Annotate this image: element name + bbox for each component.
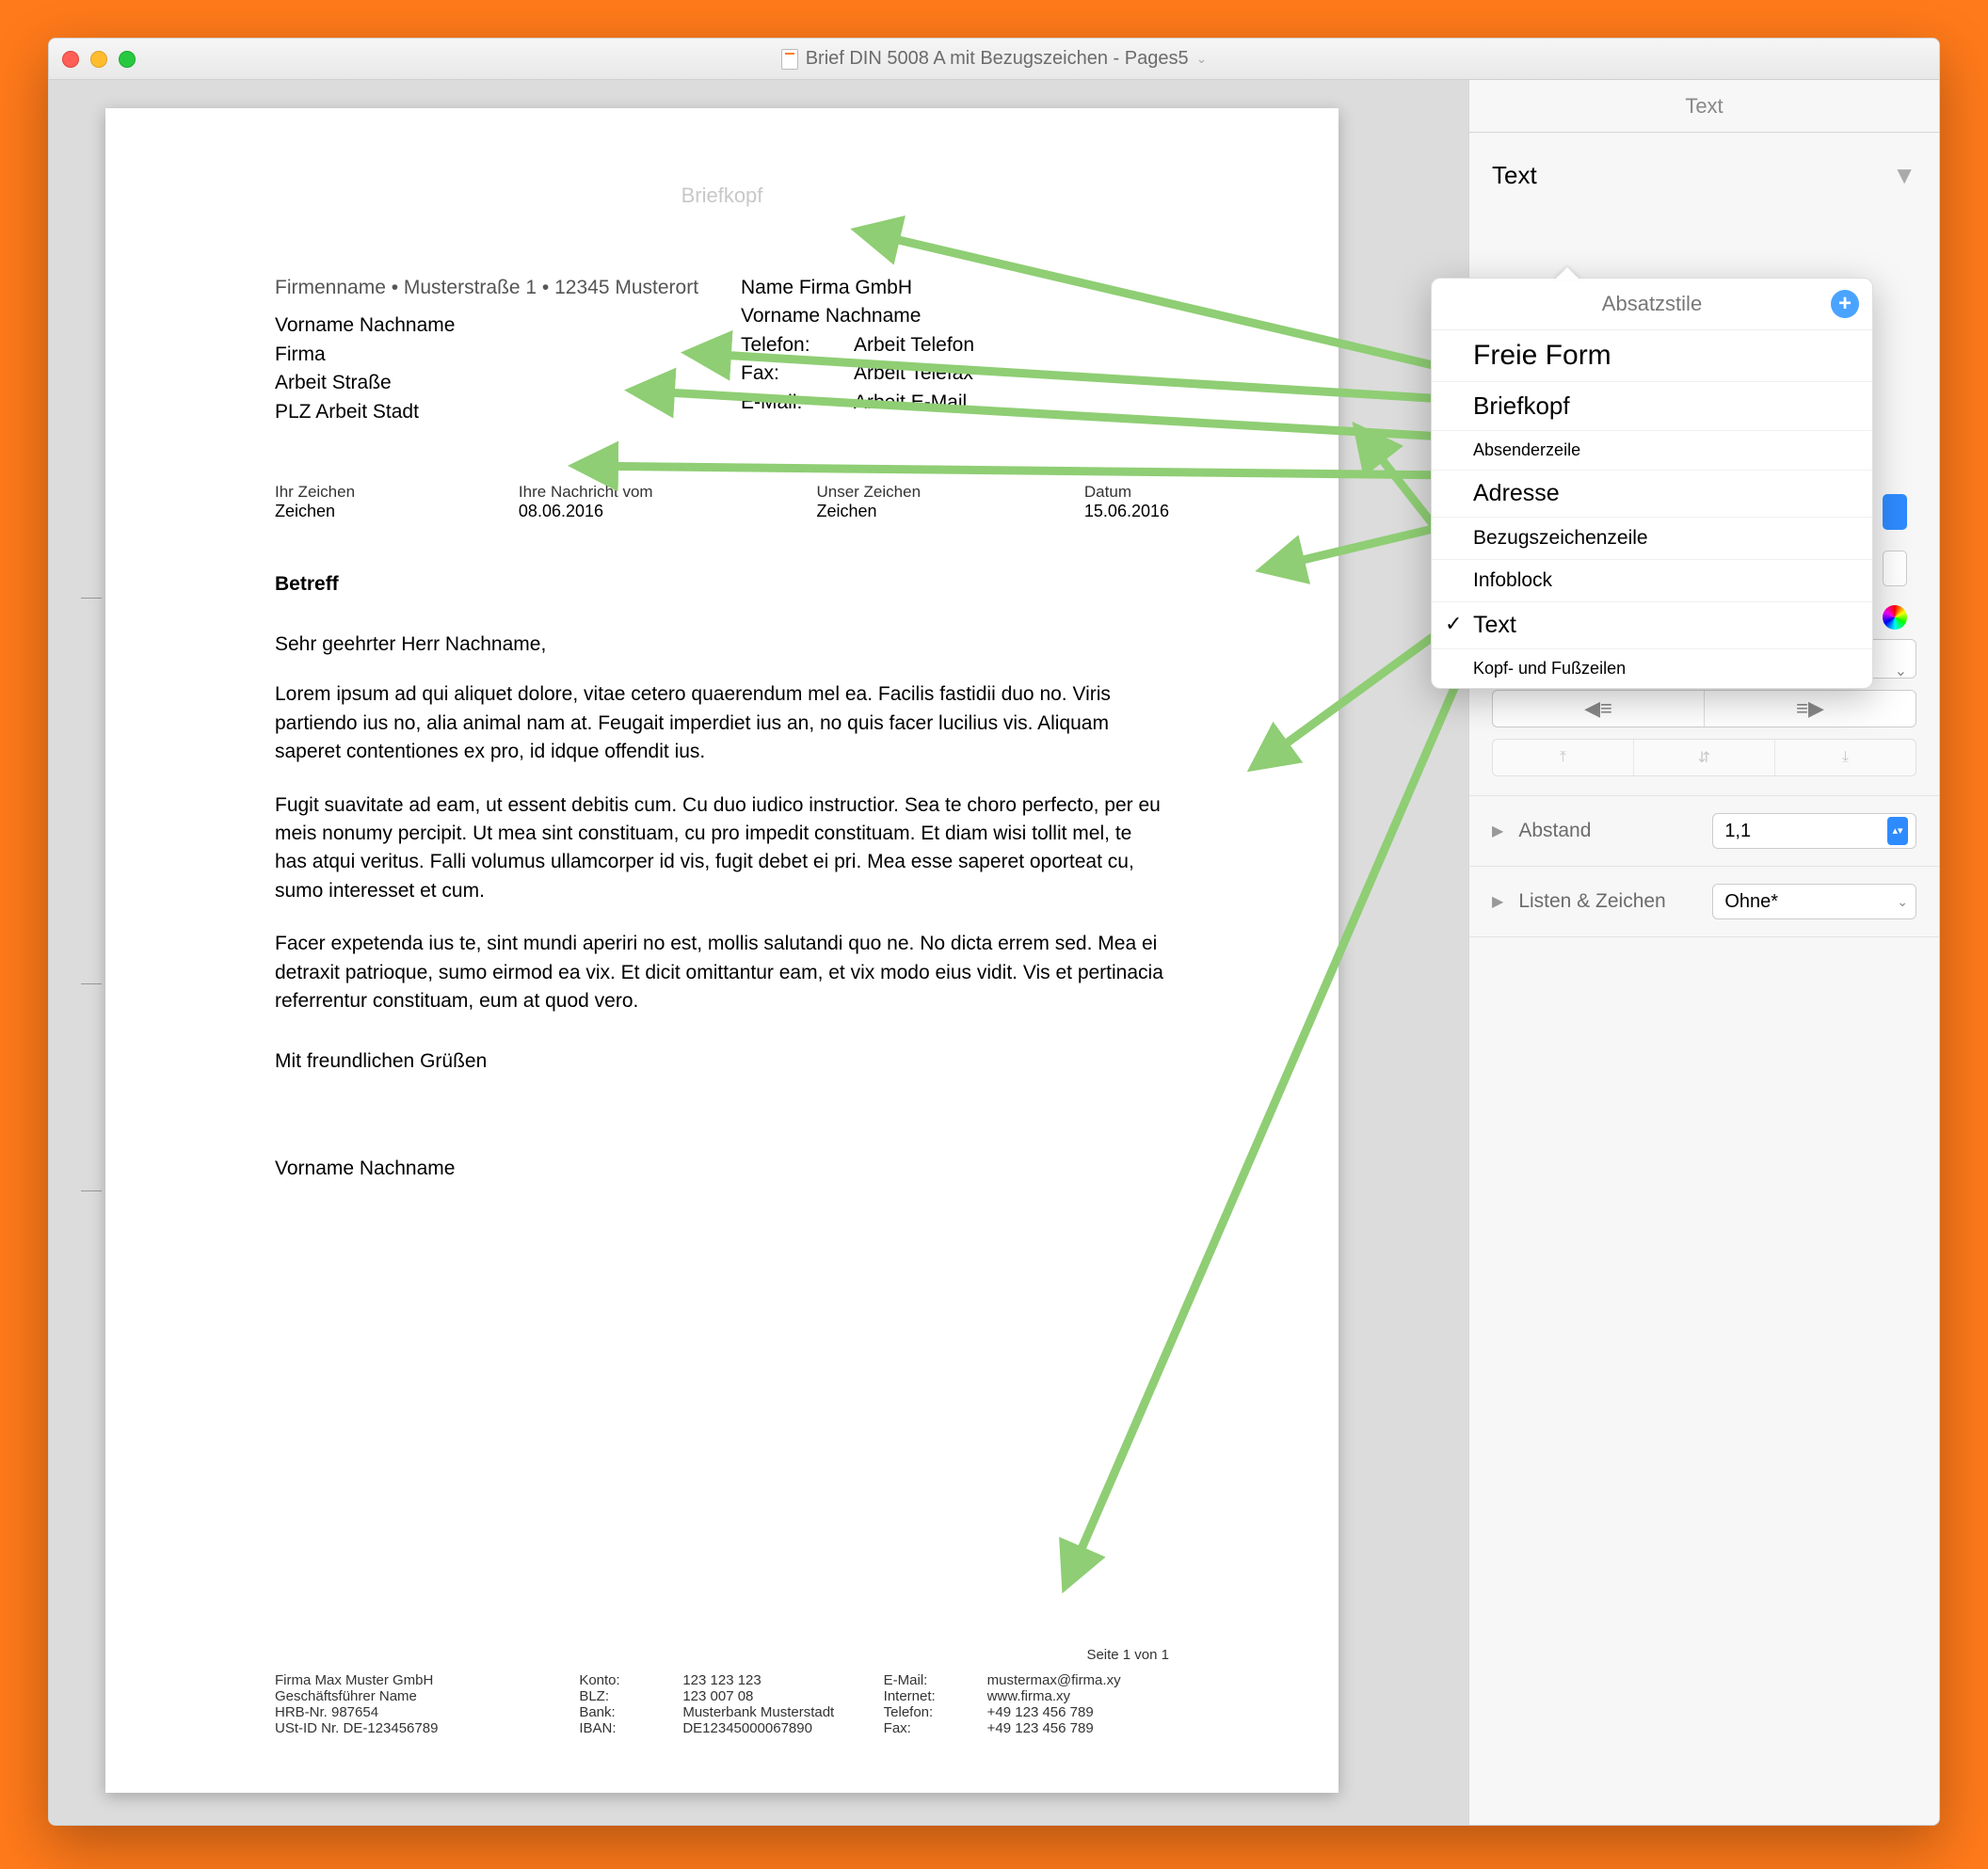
info-block[interactable]: Name Firma GmbH Vorname Nachname Telefon… (741, 274, 1169, 426)
style-briefkopf[interactable]: Briefkopf (1432, 382, 1872, 431)
style-freie-form[interactable]: Freie Form (1432, 330, 1872, 382)
reference-row[interactable]: Ihr ZeichenZeichen Ihre Nachricht vom08.… (275, 483, 1169, 521)
sidebar-tab-text[interactable]: Text (1469, 80, 1939, 133)
footer-col-bank: Konto:123 123 123 BLZ:123 007 08 Bank:Mu… (579, 1672, 864, 1736)
lists-select[interactable]: Ohne* ⌄ (1712, 884, 1916, 919)
disclosure-triangle-icon[interactable]: ▶ (1492, 892, 1503, 911)
style-bezugszeichen[interactable]: Bezugszeichenzeile (1432, 518, 1872, 560)
title-text: Brief DIN 5008 A mit Bezugszeichen - Pag… (806, 48, 1189, 70)
style-infoblock[interactable]: Infoblock (1432, 560, 1872, 602)
addr-firma[interactable]: Firma (275, 341, 703, 369)
color-picker-peek[interactable] (1883, 605, 1907, 630)
vertical-align-segmented: ⤒ ⇵ ⤓ (1492, 739, 1916, 776)
spacing-select[interactable]: 1,1 ▴▾ (1712, 813, 1916, 849)
sender-line[interactable]: Firmenname • Musterstraße 1 • 12345 Must… (275, 274, 703, 302)
lists-row[interactable]: ▶ Listen & Zeichen Ohne* ⌄ (1469, 867, 1939, 937)
current-style-label: Text (1492, 161, 1537, 190)
address-block[interactable]: Firmenname • Musterstraße 1 • 12345 Must… (275, 274, 703, 426)
addr-street[interactable]: Arbeit Straße (275, 369, 703, 397)
add-style-button[interactable]: + (1831, 290, 1859, 318)
document-canvas[interactable]: Briefkopf Firmenname • Musterstraße 1 • … (49, 80, 1468, 1825)
size-stepper-peek[interactable] (1883, 551, 1907, 586)
footer-col-company: Firma Max Muster GmbH Geschäftsführer Na… (275, 1672, 560, 1736)
valign-top-button[interactable]: ⤒ (1493, 740, 1634, 775)
footer-col-contact: E-Mail:mustermax@firma.xy Internet:www.f… (884, 1672, 1169, 1736)
page-number: Seite 1 von 1 (275, 1647, 1169, 1663)
style-kopf-fuss[interactable]: Kopf- und Fußzeilen (1432, 649, 1872, 688)
paragraph-style-picker[interactable]: Text ▼ (1492, 152, 1916, 213)
page-footer[interactable]: Seite 1 von 1 Firma Max Muster GmbH Gesc… (275, 1647, 1169, 1736)
style-absenderzeile[interactable]: Absenderzeile (1432, 431, 1872, 471)
paragraph-styles-popover: Absatzstile + Freie Form Briefkopf Absen… (1431, 278, 1873, 689)
font-select-peek[interactable] (1883, 494, 1907, 530)
signature-name[interactable]: Vorname Nachname (275, 1158, 1169, 1180)
briefkopf-placeholder[interactable]: Briefkopf (275, 184, 1169, 208)
indent-button[interactable]: ≡▶︎ (1705, 691, 1916, 727)
valign-middle-button[interactable]: ⇵ (1634, 740, 1775, 775)
style-text[interactable]: Text (1432, 602, 1872, 649)
disclosure-triangle-icon[interactable]: ▶ (1492, 822, 1503, 840)
greeting[interactable]: Sehr geehrter Herr Nachname, (275, 633, 1169, 656)
titlebar: Brief DIN 5008 A mit Bezugszeichen - Pag… (49, 39, 1939, 80)
outdent-button[interactable]: ◀︎≡ (1493, 691, 1705, 727)
addr-name[interactable]: Vorname Nachname (275, 312, 703, 340)
chevron-down-icon: ⌄ (1196, 51, 1208, 67)
style-adresse[interactable]: Adresse (1432, 471, 1872, 518)
gear-chevron-peek[interactable]: ⌄ (1895, 662, 1907, 680)
document-icon (781, 49, 798, 70)
closing[interactable]: Mit freundlichen Grüßen (275, 1050, 1169, 1073)
spacing-row[interactable]: ▶ Abstand 1,1 ▴▾ (1469, 796, 1939, 867)
body-text[interactable]: Lorem ipsum ad qui aliquet dolore, vitae… (275, 680, 1169, 1015)
chevron-down-icon: ▼ (1892, 161, 1916, 190)
indent-segmented: ◀︎≡ ≡▶︎ (1492, 690, 1916, 727)
app-window: Brief DIN 5008 A mit Bezugszeichen - Pag… (48, 38, 1940, 1826)
fold-markers (81, 80, 100, 1825)
stepper-icon: ▴▾ (1887, 817, 1908, 845)
page[interactable]: Briefkopf Firmenname • Musterstraße 1 • … (105, 108, 1339, 1793)
chevron-down-icon: ⌄ (1897, 894, 1908, 910)
valign-bottom-button[interactable]: ⤓ (1775, 740, 1916, 775)
window-title[interactable]: Brief DIN 5008 A mit Bezugszeichen - Pag… (49, 48, 1939, 70)
subject[interactable]: Betreff (275, 573, 1169, 596)
popover-title: Absatzstile + (1432, 279, 1872, 330)
addr-city[interactable]: PLZ Arbeit Stadt (275, 398, 703, 426)
